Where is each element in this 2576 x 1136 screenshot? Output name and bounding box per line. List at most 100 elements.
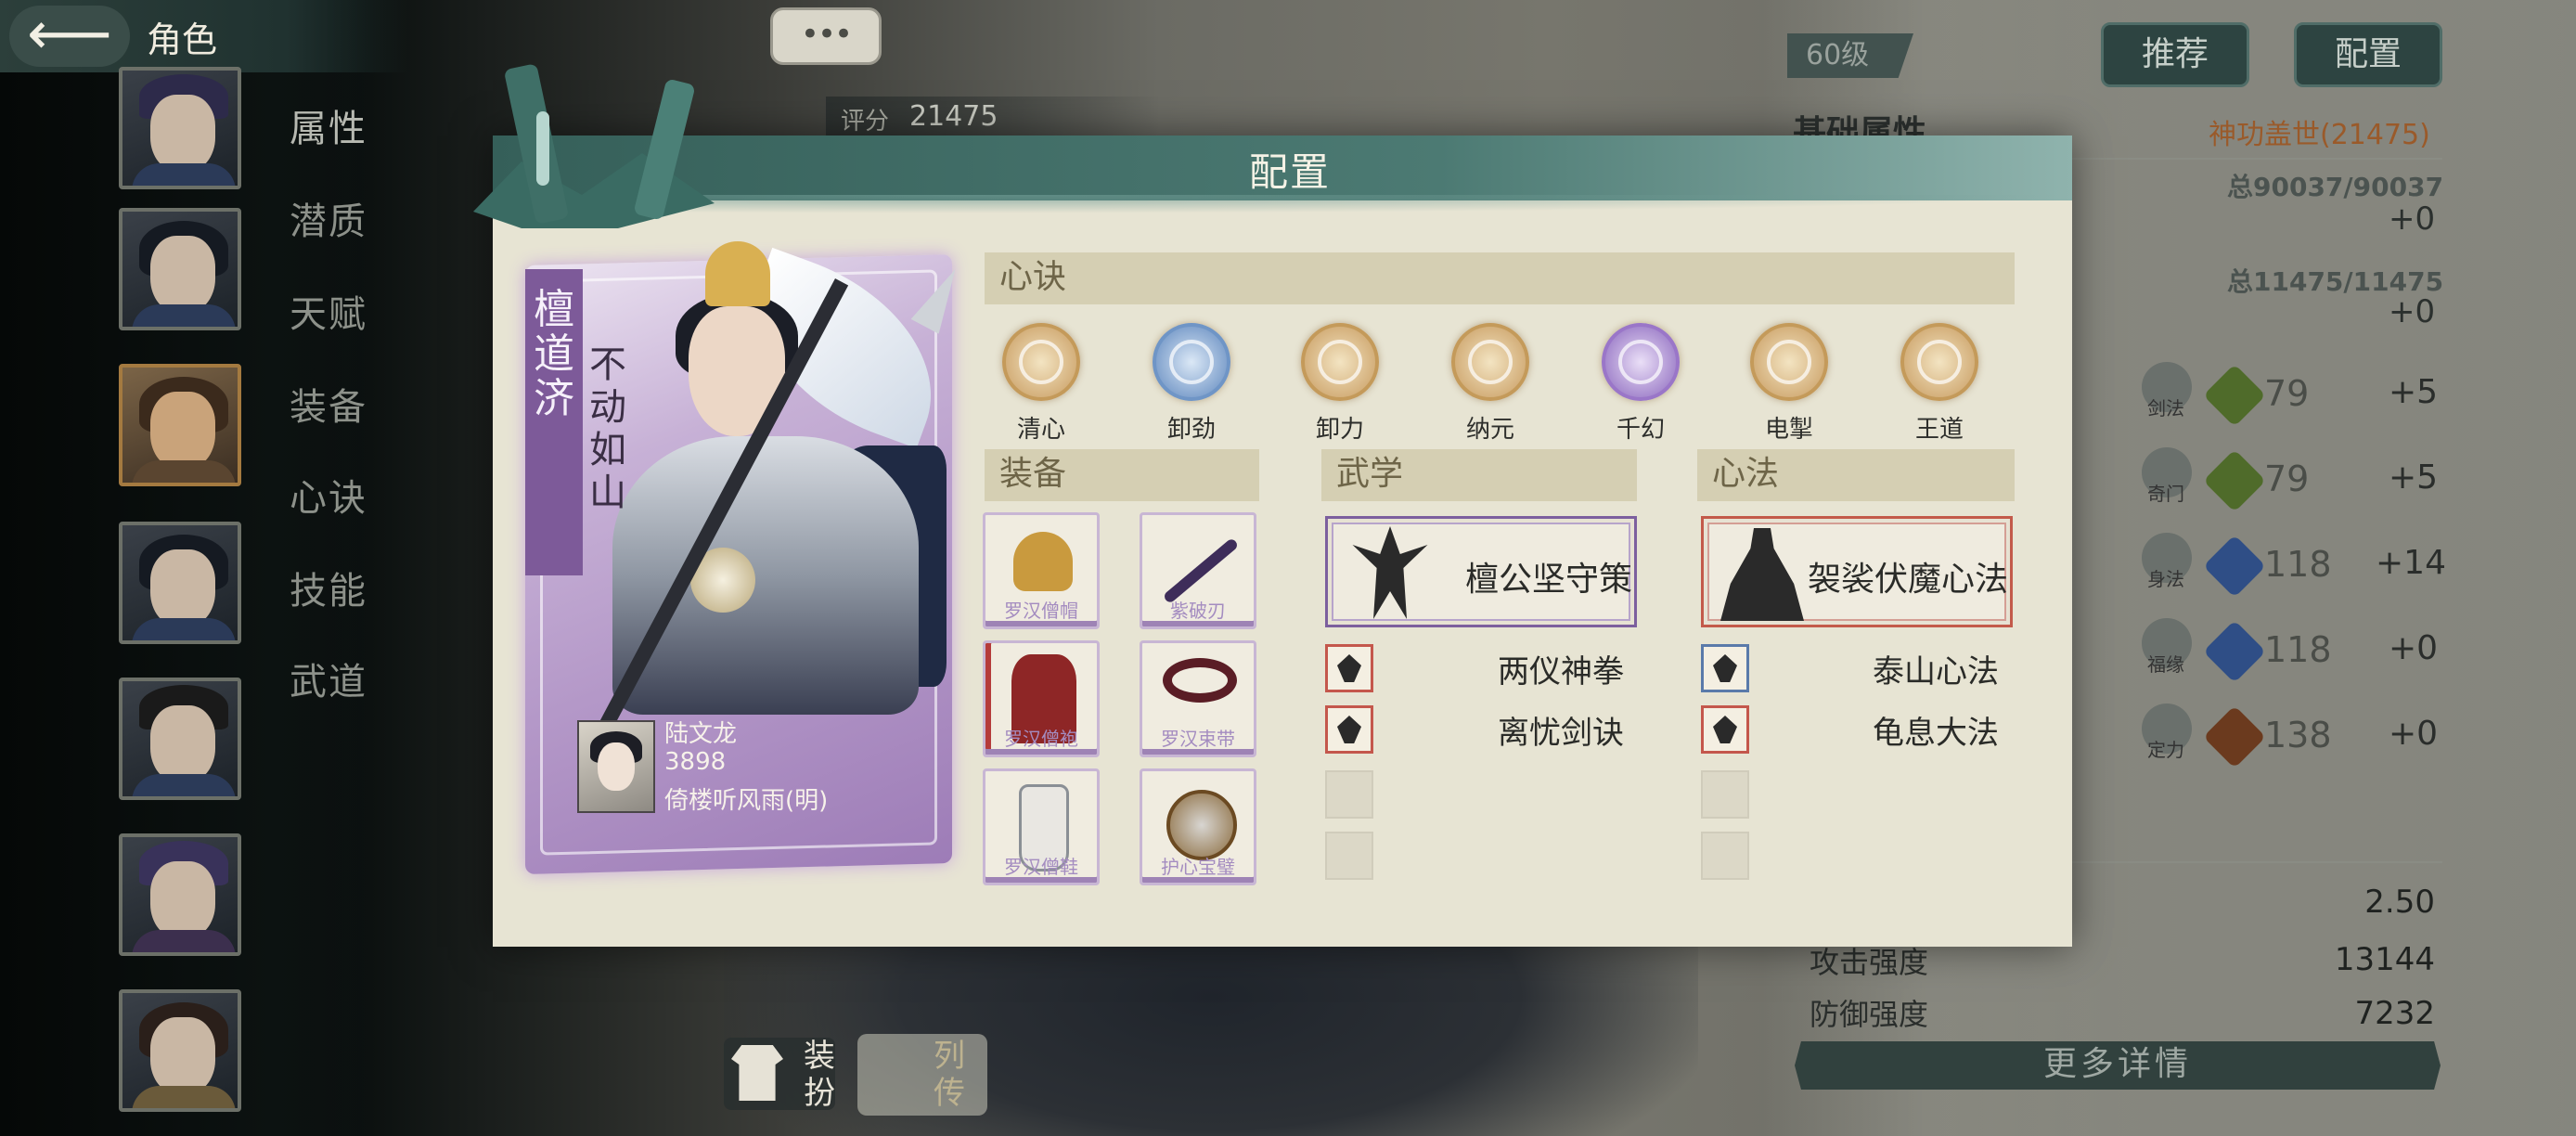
robe-icon bbox=[731, 1045, 783, 1101]
martial-section-header: 武学 bbox=[1321, 449, 1637, 501]
stat-row-value: 2.50 bbox=[2364, 884, 2435, 921]
tab-wudao[interactable]: 武道 bbox=[290, 652, 367, 705]
monk-icon bbox=[1720, 528, 1804, 621]
water-swirl-icon[interactable] bbox=[1153, 323, 1230, 401]
dress-up-label: 装扮 bbox=[804, 1038, 835, 1112]
xinjue-label: 清心 bbox=[1016, 416, 1065, 444]
martial-sub-skill-label: 两仪神拳 bbox=[1498, 653, 1624, 691]
star-swirl-icon[interactable] bbox=[1602, 323, 1680, 401]
defense-strength-value: 7232 bbox=[2354, 995, 2435, 1032]
hero-name: 檀道济 bbox=[534, 286, 574, 422]
flame-swirl-icon[interactable] bbox=[1301, 323, 1379, 401]
character-avatar[interactable] bbox=[119, 833, 241, 956]
tab-potential[interactable]: 潜质 bbox=[290, 191, 367, 245]
modal-header-wave bbox=[493, 195, 2072, 213]
character-avatar[interactable] bbox=[119, 208, 241, 330]
meditate-icon[interactable] bbox=[1701, 705, 1749, 754]
power-rating: 神功盖世(21475) bbox=[2209, 119, 2430, 151]
sword-dancer-icon[interactable] bbox=[1325, 705, 1373, 754]
stat-value: 138 bbox=[2264, 715, 2332, 755]
hp-plus: +0 bbox=[2389, 200, 2436, 238]
crown-icon bbox=[705, 241, 770, 306]
stat-name: 奇门 bbox=[2147, 483, 2184, 505]
player-avatar-face bbox=[598, 742, 635, 791]
tab-attributes[interactable]: 属性 bbox=[290, 98, 367, 152]
mental-main-skill[interactable]: 袈裟伏魔心法 bbox=[1701, 516, 2013, 627]
mp-plus: +0 bbox=[2389, 293, 2436, 330]
xinjue-label: 电掣 bbox=[1764, 416, 1813, 444]
empty-skill-slot[interactable] bbox=[1701, 832, 1749, 880]
stat-value: 118 bbox=[2264, 629, 2332, 670]
hat-icon bbox=[1013, 532, 1073, 591]
character-avatar-selected[interactable] bbox=[119, 364, 241, 486]
stat-value: 79 bbox=[2264, 458, 2310, 499]
stat-plus: +5 bbox=[2389, 373, 2439, 411]
biography-label: 列传 bbox=[934, 1038, 965, 1112]
equipment-label: 罗汉束带 bbox=[1161, 728, 1235, 750]
xinjue-label: 纳元 bbox=[1465, 416, 1514, 444]
defense-strength-label: 防御强度 bbox=[1810, 997, 1929, 1032]
hero-armor bbox=[612, 436, 919, 715]
level-badge: 60级 bbox=[1787, 33, 1913, 78]
empty-skill-slot[interactable] bbox=[1325, 770, 1373, 819]
mental-sub-skill-label: 龟息大法 bbox=[1873, 715, 1999, 752]
equipment-section-header: 装备 bbox=[985, 449, 1259, 501]
back-button[interactable]: ⟵ bbox=[9, 5, 130, 67]
stat-name: 剑法 bbox=[2147, 397, 2184, 420]
lotus-icon[interactable] bbox=[1002, 323, 1080, 401]
equipment-label: 罗汉僧鞋 bbox=[1004, 856, 1078, 878]
fist-icon[interactable] bbox=[1325, 644, 1373, 692]
stat-plus: +0 bbox=[2389, 715, 2439, 753]
martial-sub-skill-label: 离忧剑诀 bbox=[1498, 715, 1624, 752]
empty-skill-slot[interactable] bbox=[1325, 832, 1373, 880]
character-avatar[interactable] bbox=[119, 989, 241, 1112]
stat-value: 118 bbox=[2264, 544, 2332, 585]
equipment-label: 护心宝璧 bbox=[1161, 856, 1235, 878]
character-avatar[interactable] bbox=[119, 522, 241, 644]
xinjue-label: 卸力 bbox=[1315, 416, 1364, 444]
equipment-label: 紫破刃 bbox=[1170, 600, 1226, 622]
config-button[interactable]: 配置 bbox=[2294, 22, 2442, 87]
beads-icon bbox=[1163, 658, 1237, 703]
hero-epithet: 不动如山 bbox=[589, 343, 626, 514]
divider bbox=[2023, 861, 2442, 863]
xinjue-label: 王道 bbox=[1914, 416, 1964, 444]
tab-talent[interactable]: 天赋 bbox=[290, 284, 367, 338]
mountain-icon[interactable] bbox=[1701, 644, 1749, 692]
tab-equipment[interactable]: 装备 bbox=[290, 377, 367, 431]
stat-name: 定力 bbox=[2147, 739, 2184, 761]
martial-main-skill[interactable]: 檀公坚守策 bbox=[1325, 516, 1637, 627]
mental-main-skill-label: 袈裟伏魔心法 bbox=[1808, 561, 2009, 599]
hp-total: 总90037/90037 bbox=[2227, 172, 2444, 202]
flower-icon[interactable] bbox=[1451, 323, 1529, 401]
mirror-icon bbox=[1166, 790, 1237, 860]
modal-title: 配置 bbox=[1248, 149, 1331, 195]
lightning-icon[interactable] bbox=[1750, 323, 1828, 401]
character-avatar[interactable] bbox=[119, 678, 241, 800]
xinjue-label: 卸劲 bbox=[1166, 416, 1216, 444]
score-label: 评分 bbox=[841, 108, 890, 136]
tab-xinjue[interactable]: 心诀 bbox=[290, 468, 367, 522]
stat-name: 身法 bbox=[2147, 568, 2184, 590]
empty-skill-slot[interactable] bbox=[1701, 770, 1749, 819]
stat-plus: +0 bbox=[2389, 629, 2439, 667]
xinjue-label: 千幻 bbox=[1616, 416, 1665, 444]
more-details-button[interactable]: 更多详情 bbox=[1795, 1041, 2441, 1090]
attack-strength-value: 13144 bbox=[2334, 941, 2435, 978]
stat-plus: +5 bbox=[2389, 458, 2439, 497]
stat-value: 79 bbox=[2264, 373, 2310, 414]
mental-sub-skill-label: 泰山心法 bbox=[1873, 653, 1999, 691]
chat-bubble-button[interactable]: ••• bbox=[770, 7, 882, 65]
tab-skills[interactable]: 技能 bbox=[290, 561, 367, 614]
player-id: 3898 bbox=[664, 748, 727, 776]
player-name: 陆文龙 bbox=[664, 720, 738, 748]
dragon-icon[interactable] bbox=[1900, 323, 1978, 401]
back-arrow-icon: ⟵ bbox=[27, 0, 112, 69]
character-avatar[interactable] bbox=[119, 67, 241, 189]
equipment-label: 罗汉僧袍 bbox=[1004, 728, 1078, 750]
mental-section-header: 心法 bbox=[1697, 449, 2015, 501]
stat-plus: +14 bbox=[2376, 544, 2446, 582]
score-value: 21475 bbox=[909, 100, 998, 133]
page-title: 角色 bbox=[147, 19, 218, 60]
recommend-button[interactable]: 推荐 bbox=[2101, 22, 2249, 87]
